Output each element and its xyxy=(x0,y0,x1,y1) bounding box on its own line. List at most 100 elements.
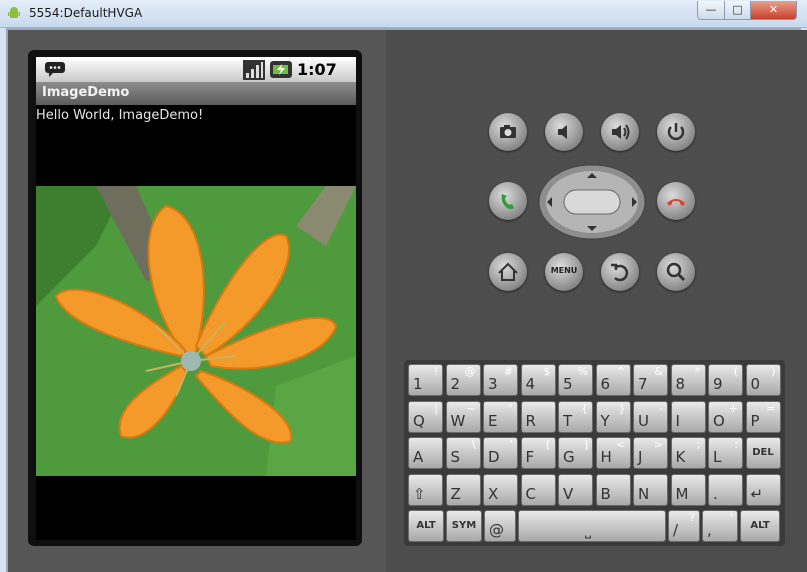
space-label: ⎵ xyxy=(585,521,592,539)
key-row3-4[interactable]: G] xyxy=(558,437,593,469)
key-row4-6[interactable]: N xyxy=(633,473,668,506)
key-row2-3[interactable]: R xyxy=(520,400,556,433)
dpad-center-button[interactable] xyxy=(563,189,621,215)
back-icon xyxy=(611,263,629,282)
key-row4-9[interactable]: ↵ xyxy=(745,473,781,506)
key-row4-4[interactable]: V xyxy=(558,473,593,506)
key-row3-2[interactable]: D ' xyxy=(483,437,518,469)
key-label: F xyxy=(525,448,535,466)
key-row1-5[interactable]: 6 ^ xyxy=(595,364,631,396)
menu-button[interactable]: MENU xyxy=(545,253,583,291)
key-row1-8[interactable]: 9( xyxy=(708,364,743,396)
key-row3-0[interactable]: A xyxy=(408,437,443,469)
key-row2-1[interactable]: W ~ xyxy=(445,400,481,433)
comma-sub-label: ' xyxy=(729,511,733,524)
space-key[interactable]: ⎵ xyxy=(518,510,666,542)
key-label: V xyxy=(563,484,574,503)
key-sub-label: [ xyxy=(546,438,551,451)
key-sub-label: ; xyxy=(696,438,701,451)
key-sub-label: * xyxy=(695,365,701,378)
key-row4-1[interactable]: Z xyxy=(445,473,481,506)
key-label: 3 xyxy=(488,375,498,393)
key-row3-3[interactable]: F[ xyxy=(520,437,556,469)
home-button[interactable] xyxy=(489,253,527,291)
key-row1-6[interactable]: 7 & xyxy=(633,364,668,396)
volume-up-button[interactable] xyxy=(601,113,639,151)
minimize-button[interactable]: — xyxy=(697,1,725,20)
key-row3-8[interactable]: L: xyxy=(708,437,743,469)
key-label: D xyxy=(488,448,500,466)
key-sub-label: % xyxy=(577,365,588,378)
key-row1-3[interactable]: 4 $ xyxy=(520,364,556,396)
dpad[interactable] xyxy=(538,164,646,240)
key-row1-9[interactable]: 0) xyxy=(745,364,781,396)
key-row2-0[interactable]: Q | xyxy=(408,400,443,433)
window-titlebar: 5554:DefaultHVGA — □ ✕ xyxy=(0,0,807,28)
key-label: U xyxy=(638,411,649,430)
key-row2-4[interactable]: T{ xyxy=(558,400,593,433)
hardware-keyboard: 1! 2 @3 #4 $5% 6 ^ 7 & 8 * 9(0) Q | W ~ E " R T{Y} U - I O + P = A S… xyxy=(404,360,785,546)
key-row2-9[interactable]: P = xyxy=(745,400,781,433)
volume-up-icon xyxy=(612,124,630,140)
key-row3-5[interactable]: H < xyxy=(595,437,631,469)
camera-button[interactable] xyxy=(489,113,527,151)
key-label: 6 xyxy=(600,375,611,393)
key-row4-5[interactable]: B xyxy=(595,473,631,506)
key-row2-5[interactable]: Y} xyxy=(595,400,631,433)
key-row4-7[interactable]: M xyxy=(670,473,706,506)
at-key[interactable]: @ xyxy=(484,510,516,542)
key-row4-8[interactable]: . xyxy=(708,473,743,506)
key-label: E xyxy=(488,411,498,430)
power-button[interactable] xyxy=(657,113,695,151)
key-label: 0 xyxy=(750,375,761,393)
alt-right-key[interactable]: ALT xyxy=(740,510,780,542)
call-button[interactable] xyxy=(489,182,527,220)
camera-icon xyxy=(500,125,516,138)
key-sub-label: \ xyxy=(471,438,476,451)
key-row2-2[interactable]: E " xyxy=(483,400,518,433)
device-screen[interactable]: 1:07 PM ImageDemo Hello World, ImageDemo… xyxy=(36,57,356,540)
key-sub-label: - xyxy=(659,401,663,415)
key-sub-label: > xyxy=(653,438,663,451)
key-label: X xyxy=(488,484,499,503)
menu-button-label: MENU xyxy=(550,266,578,275)
key-row4-2[interactable]: X xyxy=(483,473,518,506)
key-row1-4[interactable]: 5% xyxy=(558,364,593,396)
slash-sub-label: ? xyxy=(689,511,695,524)
key-label: J xyxy=(638,448,643,466)
key-row2-7[interactable]: I xyxy=(670,400,706,433)
alt-left-key[interactable]: ALT xyxy=(408,510,444,542)
key-row3-7[interactable]: K; xyxy=(670,437,706,469)
key-row4-3[interactable]: C xyxy=(520,473,556,506)
key-row1-7[interactable]: 8 * xyxy=(670,364,706,396)
key-sub-label: $ xyxy=(543,365,551,378)
status-bar[interactable]: 1:07 PM xyxy=(36,57,356,97)
android-icon xyxy=(8,7,20,18)
volume-down-button[interactable] xyxy=(545,113,583,151)
comma-key[interactable]: , ' xyxy=(702,510,738,542)
key-row3-6[interactable]: J > xyxy=(633,437,668,469)
key-row3-9[interactable]: DEL xyxy=(745,437,781,469)
search-button[interactable] xyxy=(657,253,695,291)
close-button[interactable]: ✕ xyxy=(750,1,797,20)
key-label: A xyxy=(413,448,424,466)
key-row1-1[interactable]: 2 @ xyxy=(445,364,481,396)
key-label: K xyxy=(675,448,686,466)
search-icon xyxy=(666,262,686,282)
battery-charging-icon xyxy=(270,61,292,78)
message-notification-icon xyxy=(45,62,65,77)
maximize-button[interactable]: □ xyxy=(724,1,751,20)
key-label: B xyxy=(600,484,611,503)
key-row3-1[interactable]: S \ xyxy=(445,437,481,469)
key-row2-8[interactable]: O + xyxy=(708,400,743,433)
sym-key[interactable]: SYM xyxy=(446,510,482,542)
key-row1-2[interactable]: 3 # xyxy=(483,364,518,396)
alt-left-label: ALT xyxy=(416,520,436,531)
key-row4-0[interactable]: ⇧ xyxy=(408,473,443,506)
key-row1-0[interactable]: 1! xyxy=(408,364,443,396)
slash-key[interactable]: / ? xyxy=(668,510,700,542)
key-row2-6[interactable]: U- xyxy=(633,400,668,433)
key-sub-label: ~ xyxy=(466,401,476,415)
end-call-button[interactable] xyxy=(657,182,695,220)
back-button[interactable] xyxy=(601,253,639,291)
